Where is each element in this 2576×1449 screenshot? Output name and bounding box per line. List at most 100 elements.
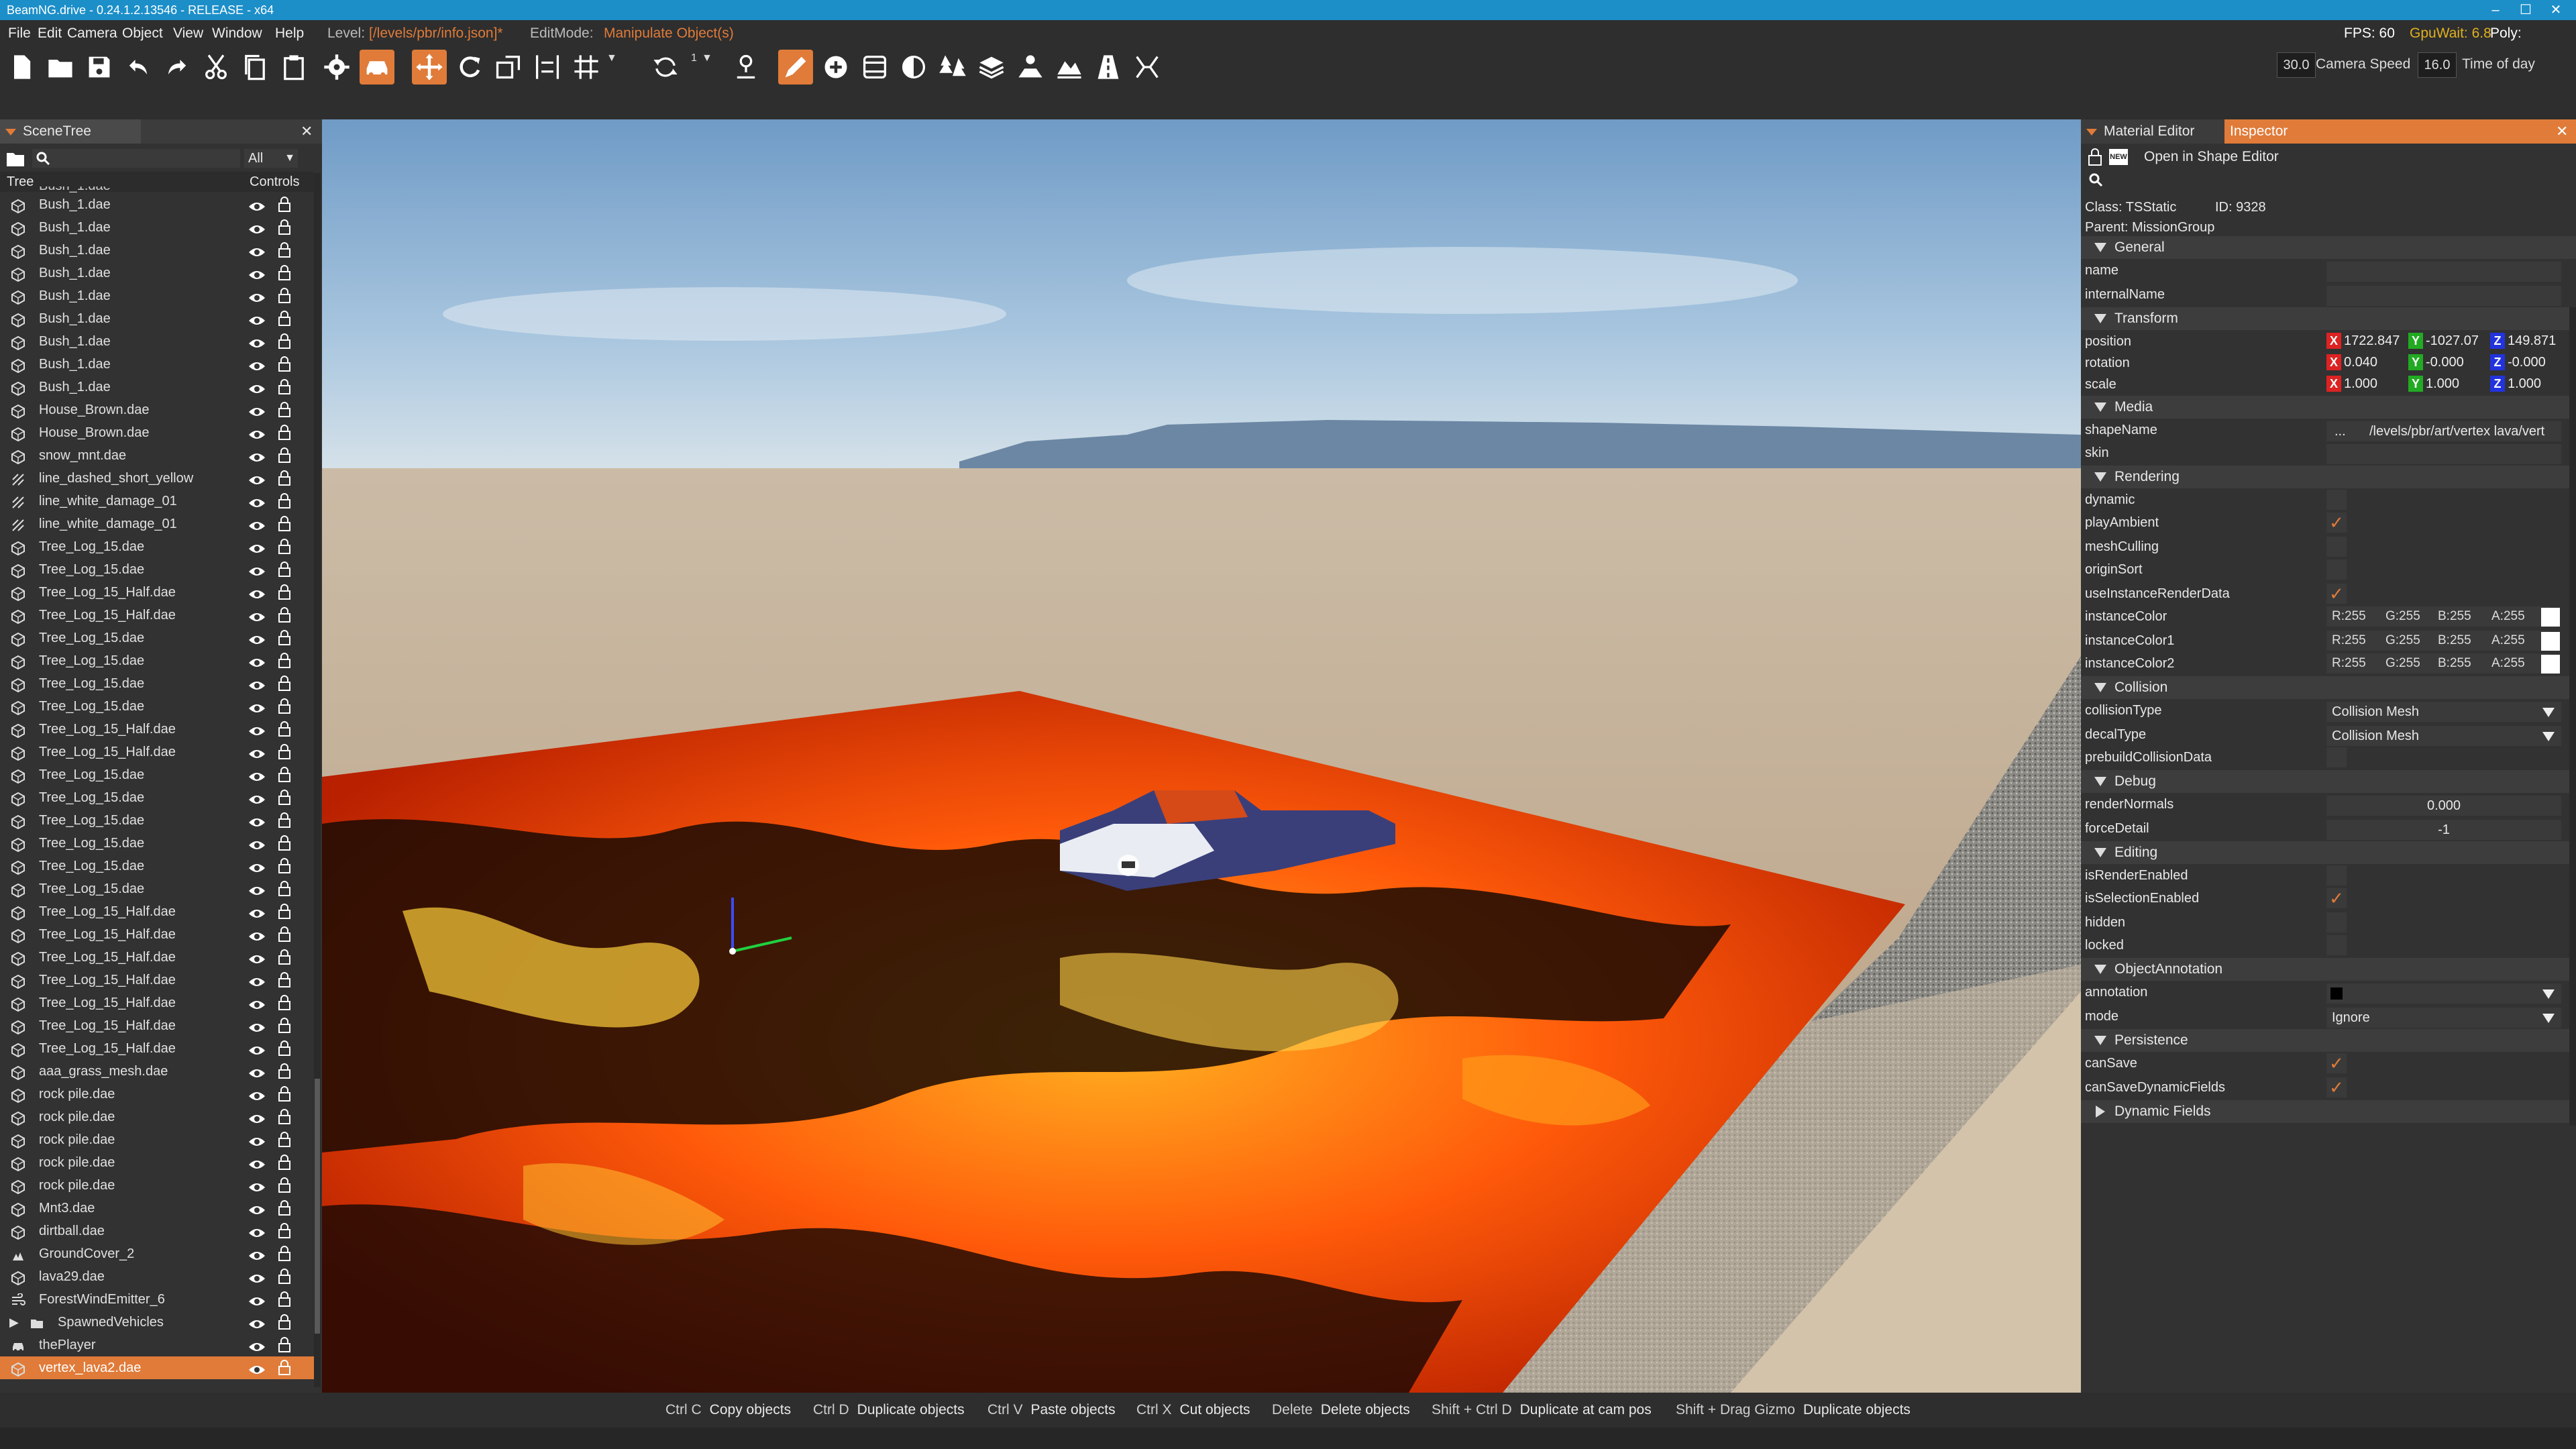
scale-z-input[interactable]: 1.000: [2508, 374, 2568, 393]
lock-icon[interactable]: [278, 698, 291, 714]
cut-icon[interactable]: [199, 50, 233, 85]
section-transform[interactable]: Transform: [2081, 307, 2576, 330]
lock-icon[interactable]: [2088, 148, 2102, 166]
terrain-layers-icon[interactable]: [974, 50, 1009, 85]
visibility-eye-icon[interactable]: [248, 221, 266, 234]
visibility-eye-icon[interactable]: [248, 335, 266, 348]
scene-render[interactable]: [322, 119, 2081, 1393]
lock-icon[interactable]: [278, 972, 291, 988]
chevron-right-icon[interactable]: ▶: [9, 1311, 19, 1334]
refresh-icon[interactable]: [648, 50, 683, 85]
shapename-input[interactable]: ... /levels/pbr/art/vertex lava/vert: [2326, 421, 2561, 441]
lock-icon[interactable]: [278, 1337, 291, 1353]
prebuild-checkbox[interactable]: [2326, 747, 2347, 767]
scenetree-item[interactable]: rock pile.dae: [0, 1128, 314, 1151]
lock-icon[interactable]: [278, 1314, 291, 1330]
visibility-eye-icon[interactable]: [248, 1338, 266, 1352]
lock-icon[interactable]: [278, 311, 291, 327]
scenetree-item[interactable]: rock pile.dae: [0, 1083, 314, 1106]
position-z-input[interactable]: 149.871: [2508, 331, 2568, 350]
forest-tool-icon[interactable]: [935, 50, 970, 85]
dynamic-checkbox[interactable]: [2326, 490, 2347, 510]
inspector-scrollbar[interactable]: [2569, 307, 2576, 1126]
lock-icon[interactable]: [278, 995, 291, 1011]
grid-snap-icon[interactable]: [569, 50, 604, 85]
lock-icon[interactable]: [278, 1291, 291, 1307]
scenetree-item[interactable]: Tree_Log_15_Half.dae: [0, 991, 314, 1014]
visibility-eye-icon[interactable]: [248, 472, 266, 485]
menu-object[interactable]: Object: [122, 20, 163, 47]
lock-icon[interactable]: [278, 1269, 291, 1285]
visibility-eye-icon[interactable]: [248, 1087, 266, 1101]
visibility-eye-icon[interactable]: [248, 312, 266, 325]
scenetree-item[interactable]: line_dashed_short_yellow: [0, 467, 314, 490]
tab-scenetree[interactable]: SceneTree: [0, 119, 141, 144]
visibility-eye-icon[interactable]: [248, 837, 266, 850]
scenetree-item[interactable]: Tree_Log_15_Half.dae: [0, 969, 314, 991]
scenetree-item[interactable]: rock pile.dae: [0, 1106, 314, 1128]
visibility-eye-icon[interactable]: [248, 198, 266, 211]
lock-icon[interactable]: [278, 539, 291, 555]
lock-icon[interactable]: [278, 493, 291, 509]
visibility-eye-icon[interactable]: [248, 928, 266, 941]
position-x-input[interactable]: 1722.847: [2344, 331, 2406, 350]
section-rendering[interactable]: Rendering: [2081, 466, 2576, 488]
lock-icon[interactable]: [278, 425, 291, 441]
scenetree-item[interactable]: Tree_Log_15.dae: [0, 649, 314, 672]
visibility-eye-icon[interactable]: [248, 586, 266, 599]
menu-view[interactable]: View: [173, 20, 203, 47]
hidden-checkbox[interactable]: [2326, 912, 2347, 932]
lock-icon[interactable]: [278, 835, 291, 851]
lock-icon[interactable]: [278, 265, 291, 281]
scenetree-item[interactable]: Tree_Log_15_Half.dae: [0, 900, 314, 923]
close-panel-icon[interactable]: ✕: [2556, 119, 2568, 144]
panel-menu-icon[interactable]: [5, 126, 16, 137]
section-collision[interactable]: Collision: [2081, 676, 2576, 699]
scenetree-item[interactable]: Tree_Log_15.dae: [0, 558, 314, 581]
visibility-eye-icon[interactable]: [248, 814, 266, 827]
visibility-eye-icon[interactable]: [248, 1042, 266, 1055]
lock-icon[interactable]: [278, 1018, 291, 1034]
new-file-icon[interactable]: [4, 50, 39, 85]
add-object-icon[interactable]: [818, 50, 853, 85]
menu-help[interactable]: Help: [275, 20, 304, 47]
color-swatch[interactable]: [2541, 608, 2560, 627]
menu-window[interactable]: Window: [212, 20, 262, 47]
scenetree-item[interactable]: House_Brown.dae: [0, 421, 314, 444]
scenetree-search-input[interactable]: [32, 149, 240, 168]
align-icon[interactable]: [530, 50, 565, 85]
rotation-y-input[interactable]: -0.000: [2426, 353, 2489, 372]
lock-icon[interactable]: [278, 584, 291, 600]
scenetree-item[interactable]: ForestWindEmitter_6: [0, 1288, 314, 1311]
visibility-eye-icon[interactable]: [248, 1201, 266, 1215]
visibility-eye-icon[interactable]: [248, 1247, 266, 1260]
menu-file[interactable]: File: [8, 20, 31, 47]
player-vehicle-icon[interactable]: [1118, 855, 1139, 876]
lock-icon[interactable]: [278, 1086, 291, 1102]
visibility-eye-icon[interactable]: [248, 1110, 266, 1124]
section-editing[interactable]: Editing: [2081, 841, 2576, 864]
rendernormals-input[interactable]: 0.000: [2326, 796, 2561, 816]
scenetree-item[interactable]: Bush_1.dae: [0, 284, 314, 307]
scenetree-item[interactable]: lava29.dae: [0, 1265, 314, 1288]
position-y-input[interactable]: -1027.07: [2426, 331, 2489, 350]
visibility-eye-icon[interactable]: [248, 494, 266, 508]
scenetree-item[interactable]: Tree_Log_15.dae: [0, 786, 314, 809]
object-placement-icon[interactable]: [1013, 50, 1048, 85]
lock-icon[interactable]: [278, 767, 291, 783]
scenetree-item[interactable]: Tree_Log_15_Half.dae: [0, 604, 314, 627]
internal-name-input[interactable]: [2326, 286, 2561, 306]
visibility-eye-icon[interactable]: [248, 1133, 266, 1146]
lock-icon[interactable]: [278, 356, 291, 372]
scenetree-item[interactable]: Tree_Log_15.dae: [0, 535, 314, 558]
instancecolor1-input[interactable]: R:255 G:255 B:255 A:255: [2326, 631, 2551, 651]
playambient-checkbox[interactable]: ✓: [2326, 513, 2347, 533]
scale-gizmo-icon[interactable]: [491, 50, 526, 85]
tab-material-editor[interactable]: Material Editor: [2081, 119, 2224, 144]
lock-icon[interactable]: [278, 858, 291, 874]
visibility-eye-icon[interactable]: [248, 722, 266, 736]
visibility-eye-icon[interactable]: [248, 859, 266, 873]
lock-icon[interactable]: [278, 881, 291, 897]
scenetree-item[interactable]: Tree_Log_15_Half.dae: [0, 1037, 314, 1060]
scenetree-item[interactable]: House_Brown.dae: [0, 398, 314, 421]
